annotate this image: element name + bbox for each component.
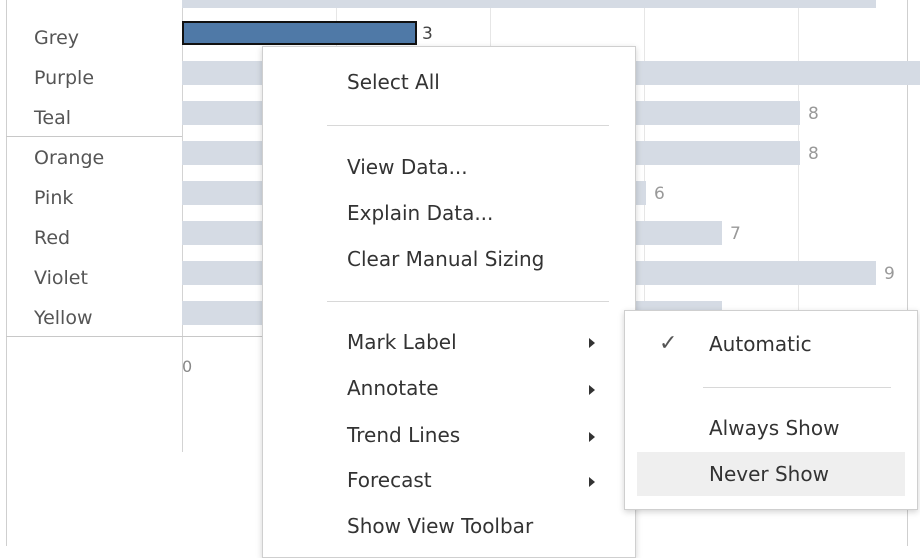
row-separator [6,136,182,137]
menu-separator [327,301,609,302]
menu-item-mark-label[interactable]: Mark Label [347,329,457,355]
submenu-item-never-show[interactable]: Never Show [709,461,829,487]
bar-grey[interactable] [182,21,417,45]
bar-value-orange: 8 [808,144,819,164]
menu-item-clear-manual-sizing[interactable]: Clear Manual Sizing [347,246,544,272]
row-label-yellow: Yellow [34,307,93,329]
submenu-arrow-icon [589,432,595,442]
row-label-orange: Orange [34,147,105,169]
menu-item-annotate[interactable]: Annotate [347,375,439,401]
bar-partial[interactable] [182,0,876,8]
bar-value-red: 7 [730,224,741,244]
bar-value-violet: 9 [884,264,895,284]
bar-value-grey: 3 [422,24,433,44]
menu-item-show-view-toolbar[interactable]: Show View Toolbar [347,513,533,539]
row-label-pink: Pink [34,187,74,209]
bar-value-teal: 8 [808,104,819,124]
menu-item-view-data[interactable]: View Data... [347,154,468,180]
submenu-arrow-icon [589,385,595,395]
submenu-arrow-icon [589,477,595,487]
submenu-item-automatic[interactable]: Automatic [709,331,812,357]
row-label-grey: Grey [34,27,80,49]
bar-value-pink: 6 [654,184,665,204]
menu-item-select-all[interactable]: Select All [347,69,440,95]
row-label-purple: Purple [34,67,95,89]
menu-item-explain-data[interactable]: Explain Data... [347,200,493,226]
submenu-arrow-icon [589,338,595,348]
checkmark-icon: ✓ [659,331,678,356]
menu-separator [703,387,891,388]
menu-item-forecast[interactable]: Forecast [347,467,432,493]
submenu-item-always-show[interactable]: Always Show [709,415,839,441]
row-label-teal: Teal [34,107,71,129]
menu-separator [327,125,609,126]
row-label-violet: Violet [34,267,88,289]
row-separator [6,336,182,337]
axis-tick-zero: 0 [182,357,193,376]
row-separator [182,336,262,337]
context-menu: Select All View Data... Explain Data... … [262,46,636,558]
row-label-red: Red [34,227,71,249]
menu-item-trend-lines[interactable]: Trend Lines [347,422,460,448]
mark-label-submenu: ✓ Automatic Always Show Never Show [624,310,918,510]
